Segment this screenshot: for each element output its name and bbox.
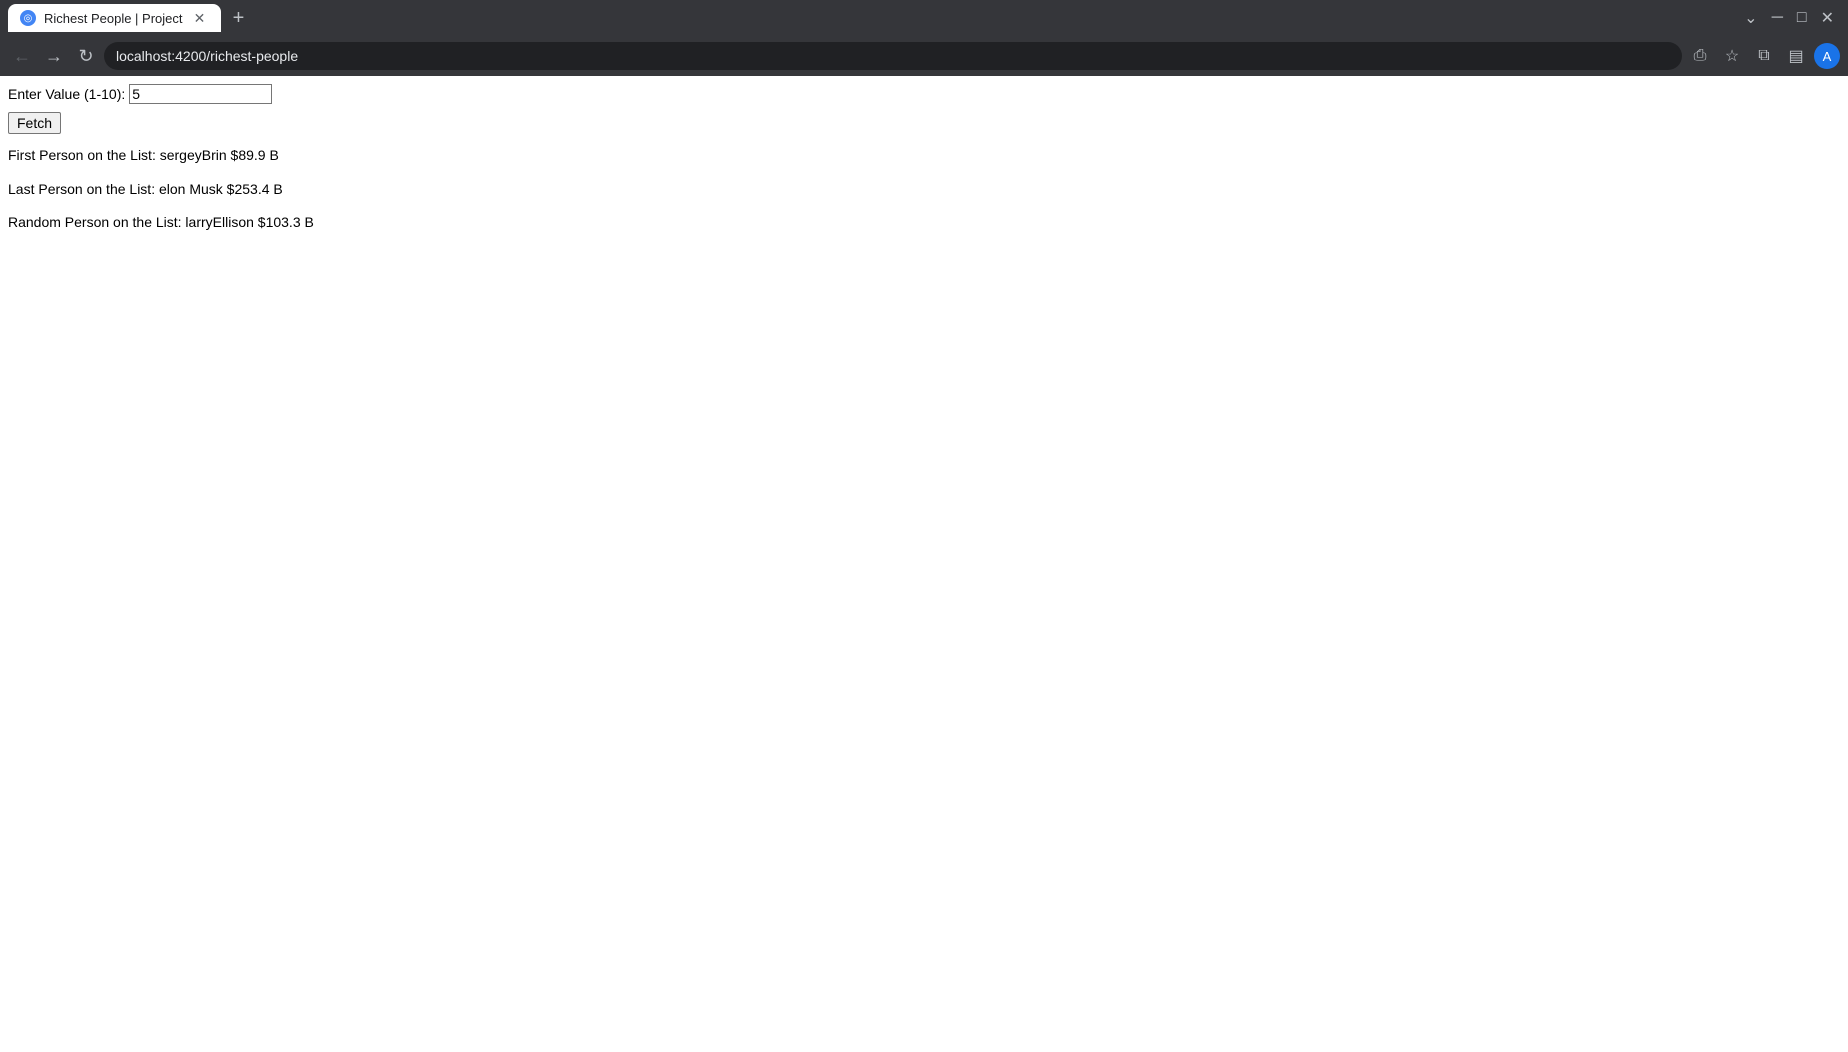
tab-bar: Richest People | Project ✕ + ⌄ ─ □ ✕: [0, 0, 1848, 36]
forward-button[interactable]: →: [40, 42, 68, 70]
tab-title: Richest People | Project: [44, 11, 183, 26]
browser-chrome: Richest People | Project ✕ + ⌄ ─ □ ✕ ← →…: [0, 0, 1848, 76]
profile-avatar[interactable]: A: [1814, 43, 1840, 69]
url-display: localhost:4200/richest-people: [116, 48, 1670, 64]
reload-button[interactable]: ↻: [72, 42, 100, 70]
first-person-result: First Person on the List: sergeyBrin $89…: [8, 146, 1840, 166]
last-person-result: Last Person on the List: elon Musk $253.…: [8, 180, 1840, 200]
value-input[interactable]: [129, 84, 272, 104]
minimize-icon[interactable]: ─: [1766, 5, 1789, 31]
sidebar-icon[interactable]: ▤: [1782, 42, 1810, 70]
bookmark-icon[interactable]: ☆: [1718, 42, 1746, 70]
page-content: Enter Value (1-10): Fetch First Person o…: [0, 76, 1848, 1052]
new-tab-button[interactable]: +: [225, 4, 253, 32]
tab-favicon-icon: [20, 10, 36, 26]
random-person-result: Random Person on the List: larryEllison …: [8, 213, 1840, 233]
maximize-icon[interactable]: □: [1791, 5, 1813, 31]
back-button[interactable]: ←: [8, 42, 36, 70]
close-window-icon[interactable]: ✕: [1815, 4, 1840, 32]
active-tab[interactable]: Richest People | Project ✕: [8, 4, 221, 32]
share-icon[interactable]: ⎙: [1686, 42, 1714, 70]
tab-close-button[interactable]: ✕: [191, 9, 209, 27]
address-bar[interactable]: localhost:4200/richest-people: [104, 42, 1682, 70]
dropdown-icon[interactable]: ⌄: [1738, 4, 1763, 32]
input-row: Enter Value (1-10):: [8, 84, 1840, 104]
toolbar: ← → ↻ localhost:4200/richest-people ⎙ ☆ …: [0, 36, 1848, 76]
toolbar-right: ⎙ ☆ ⧉ ▤ A: [1686, 42, 1840, 70]
fetch-button[interactable]: Fetch: [8, 112, 61, 134]
extensions-icon[interactable]: ⧉: [1750, 42, 1778, 70]
input-label: Enter Value (1-10):: [8, 86, 125, 102]
tab-bar-controls: ⌄ ─ □ ✕: [1738, 4, 1840, 32]
